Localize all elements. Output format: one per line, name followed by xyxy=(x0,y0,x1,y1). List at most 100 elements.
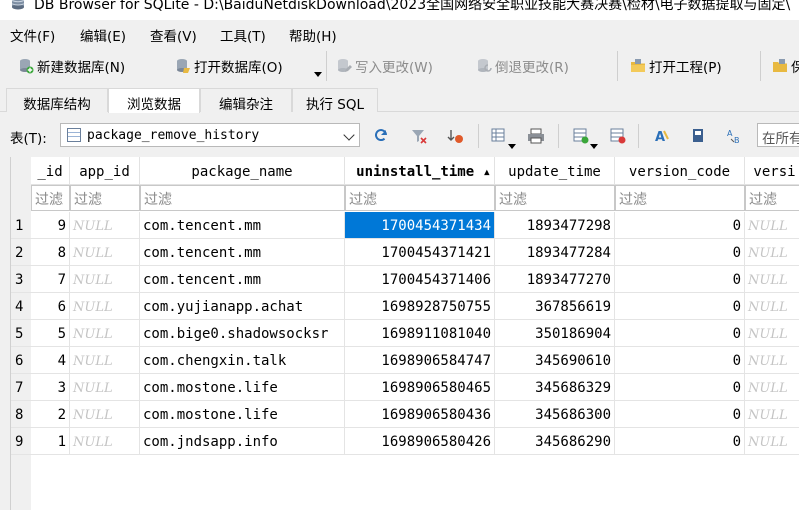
table-cell[interactable]: 1698911081040 xyxy=(345,320,495,347)
table-cell[interactable]: 7 xyxy=(31,266,70,293)
clear-sorting-icon[interactable] xyxy=(447,127,465,145)
table-cell[interactable]: 345690610 xyxy=(495,347,615,374)
menu-help[interactable]: 帮助(H) xyxy=(289,25,337,45)
table-cell[interactable]: 0 xyxy=(615,266,745,293)
table-cell[interactable]: NULL xyxy=(745,347,799,374)
table-cell[interactable]: NULL xyxy=(70,266,140,293)
table-cell[interactable]: 9 xyxy=(31,212,70,239)
table-cell[interactable]: 1893477270 xyxy=(495,266,615,293)
text-style-icon[interactable]: A xyxy=(653,127,671,145)
save-results-dropdown-arrow[interactable] xyxy=(508,144,516,149)
table-cell[interactable]: com.yujianapp.achat xyxy=(140,293,345,320)
menu-edit[interactable]: 编辑(E) xyxy=(80,25,126,45)
insert-record-icon[interactable] xyxy=(572,127,590,145)
table-cell[interactable]: 1698906580436 xyxy=(345,401,495,428)
table-cell[interactable]: NULL xyxy=(70,401,140,428)
table-cell[interactable]: NULL xyxy=(745,293,799,320)
table-cell[interactable]: com.tencent.mm xyxy=(140,212,345,239)
row-number[interactable]: 8 xyxy=(11,401,31,428)
table-cell[interactable]: 1698906584747 xyxy=(345,347,495,374)
table-cell[interactable]: 367856619 xyxy=(495,293,615,320)
row-number[interactable]: 5 xyxy=(11,320,31,347)
menu-file[interactable]: 文件(F) xyxy=(10,25,55,45)
header-id[interactable]: _id xyxy=(31,157,70,185)
header-update-time[interactable]: update_time xyxy=(495,157,615,185)
table-cell[interactable]: NULL xyxy=(745,428,799,455)
row-number[interactable]: 2 xyxy=(11,239,31,266)
table-cell[interactable]: 6 xyxy=(31,293,70,320)
table-cell[interactable]: com.tencent.mm xyxy=(140,239,345,266)
tab-edit-pragmas[interactable]: 编辑杂注 xyxy=(200,88,292,113)
menu-view[interactable]: 查看(V) xyxy=(150,25,197,45)
insert-record-dropdown-arrow[interactable] xyxy=(590,144,598,149)
tab-execute-sql[interactable]: 执行 SQL xyxy=(292,88,378,113)
row-number[interactable]: 4 xyxy=(11,293,31,320)
table-cell[interactable]: NULL xyxy=(745,212,799,239)
revert-changes-button[interactable]: 倒退更改(R) xyxy=(476,55,569,77)
table-cell[interactable]: 0 xyxy=(615,293,745,320)
table-cell[interactable]: NULL xyxy=(745,374,799,401)
table-cell[interactable]: 4 xyxy=(31,347,70,374)
open-database-button[interactable]: 打开数据库(O) xyxy=(175,55,283,77)
filter-input--id[interactable]: 过滤 xyxy=(31,185,70,211)
row-number[interactable]: 1 xyxy=(11,212,31,239)
table-cell[interactable]: 3 xyxy=(31,374,70,401)
table-select[interactable]: package_remove_history xyxy=(60,123,360,147)
table-cell[interactable]: 0 xyxy=(615,374,745,401)
table-cell[interactable]: NULL xyxy=(70,293,140,320)
filter-input-package-name[interactable]: 过滤 xyxy=(140,185,345,211)
table-cell[interactable]: NULL xyxy=(70,347,140,374)
table-cell[interactable]: NULL xyxy=(70,374,140,401)
table-cell[interactable]: 1700454371434 xyxy=(345,212,495,239)
filter-input-uninstall-time[interactable]: 过滤 xyxy=(345,185,495,211)
table-cell[interactable]: 1893477298 xyxy=(495,212,615,239)
table-cell[interactable]: 345686300 xyxy=(495,401,615,428)
filter-input-update-time[interactable]: 过滤 xyxy=(495,185,615,211)
delete-record-icon[interactable] xyxy=(609,127,627,145)
table-cell[interactable]: 1700454371406 xyxy=(345,266,495,293)
write-changes-button[interactable]: 写入更改(W) xyxy=(336,55,433,77)
table-cell[interactable]: 2 xyxy=(31,401,70,428)
table-cell[interactable]: NULL xyxy=(70,428,140,455)
header-version-code[interactable]: version_code xyxy=(615,157,745,185)
save-project-button[interactable]: 保 xyxy=(772,55,799,77)
header-package-name[interactable]: package_name xyxy=(140,157,345,185)
table-cell[interactable]: com.tencent.mm xyxy=(140,266,345,293)
table-cell[interactable]: NULL xyxy=(70,320,140,347)
table-cell[interactable]: NULL xyxy=(745,320,799,347)
row-number[interactable]: 3 xyxy=(11,266,31,293)
table-cell[interactable]: NULL xyxy=(745,239,799,266)
table-cell[interactable]: 0 xyxy=(615,428,745,455)
save-results-view-icon[interactable] xyxy=(490,127,508,145)
filter-input-app-id[interactable]: 过滤 xyxy=(70,185,140,211)
table-cell[interactable]: 345686329 xyxy=(495,374,615,401)
filter-input-versi[interactable]: 过滤 xyxy=(745,185,799,211)
table-cell[interactable]: 0 xyxy=(615,401,745,428)
row-number[interactable]: 9 xyxy=(11,428,31,455)
table-cell[interactable]: com.chengxin.talk xyxy=(140,347,345,374)
table-cell[interactable]: com.jndsapp.info xyxy=(140,428,345,455)
table-cell[interactable]: com.mostone.life xyxy=(140,401,345,428)
tab-browse-data[interactable]: 浏览数据 xyxy=(108,88,200,113)
table-cell[interactable]: 1698906580465 xyxy=(345,374,495,401)
table-cell[interactable]: 5 xyxy=(31,320,70,347)
header-app-id[interactable]: app_id xyxy=(70,157,140,185)
open-database-dropdown-arrow[interactable] xyxy=(314,72,322,77)
table-cell[interactable]: NULL xyxy=(70,239,140,266)
table-cell[interactable]: 1893477284 xyxy=(495,239,615,266)
table-cell[interactable]: 8 xyxy=(31,239,70,266)
table-cell[interactable]: com.mostone.life xyxy=(140,374,345,401)
table-cell[interactable]: com.bige0.shadowsocksr xyxy=(140,320,345,347)
filter-all-input[interactable]: 在所有 xyxy=(757,123,799,147)
header-uninstall-time[interactable]: uninstall_time ▴ xyxy=(345,157,495,185)
row-number[interactable]: 6 xyxy=(11,347,31,374)
table-cell[interactable]: 350186904 xyxy=(495,320,615,347)
table-cell[interactable]: 1698906580426 xyxy=(345,428,495,455)
print-icon[interactable] xyxy=(527,127,545,145)
row-number[interactable]: 7 xyxy=(11,374,31,401)
clear-filters-icon[interactable] xyxy=(410,127,428,145)
new-database-button[interactable]: 新建数据库(N) xyxy=(18,55,125,77)
find-replace-icon[interactable]: AB xyxy=(726,127,744,145)
refresh-icon[interactable] xyxy=(372,127,390,145)
table-cell[interactable]: NULL xyxy=(70,212,140,239)
